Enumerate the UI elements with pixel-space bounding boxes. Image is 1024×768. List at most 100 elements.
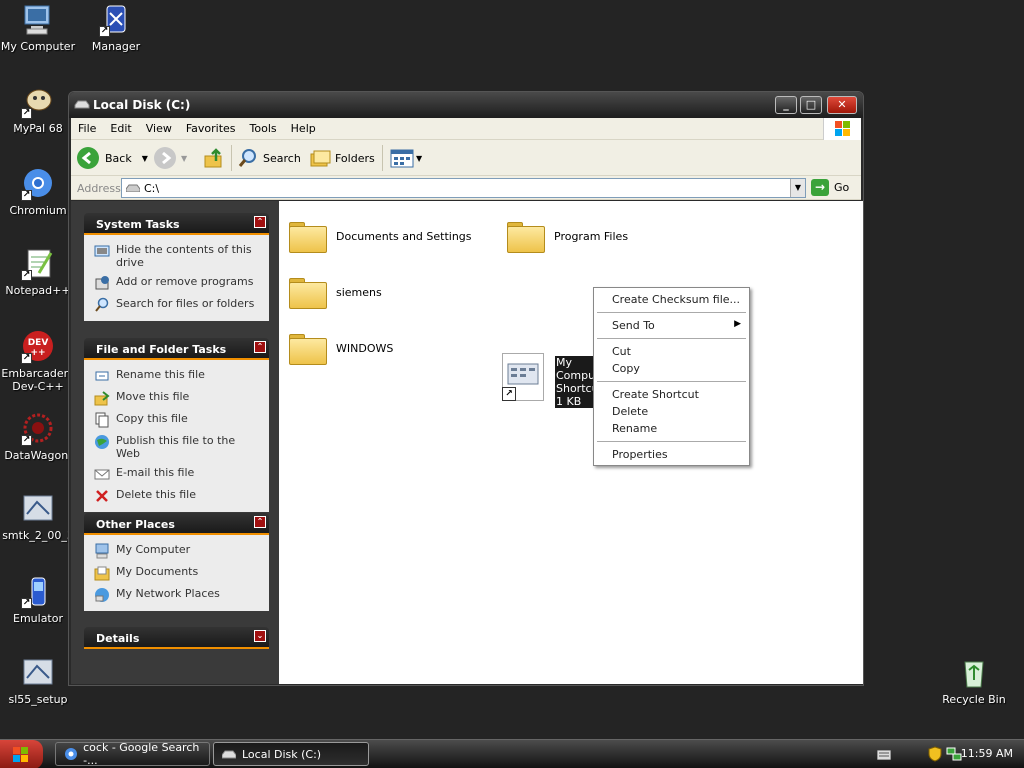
- task-delete-file[interactable]: Delete this file: [94, 488, 259, 504]
- other-places-header[interactable]: Other Places ⌃: [84, 513, 269, 535]
- rename-icon: [95, 371, 109, 381]
- shortcut-file-icon: ↗: [502, 353, 544, 401]
- file-folder-tasks-body: Rename this file Move this file Copy thi…: [84, 360, 269, 512]
- desktop-icon-mypal[interactable]: ↗ MyPal 68: [0, 85, 78, 135]
- shortcut-arrow-icon: ↗: [21, 270, 32, 281]
- drive-icon: [126, 184, 140, 192]
- move-icon: [94, 391, 110, 406]
- collapse-icon[interactable]: ⌃: [254, 516, 266, 528]
- up-folder-button[interactable]: [203, 146, 225, 170]
- globe-icon: [95, 435, 109, 449]
- folders-button[interactable]: Folders: [309, 146, 375, 170]
- task-publish-web[interactable]: Publish this file to the Web: [94, 434, 259, 460]
- desktop-icon-notepadpp[interactable]: ↗ Notepad++: [0, 247, 78, 297]
- menu-view[interactable]: View: [139, 118, 179, 139]
- desktop-icon-sl55-setup[interactable]: sl55_setup: [0, 656, 78, 706]
- minimize-button[interactable]: _: [775, 96, 797, 114]
- ctx-delete[interactable]: Delete: [612, 405, 648, 418]
- collapse-icon[interactable]: ⌃: [254, 341, 266, 353]
- ctx-send-to[interactable]: Send To: [612, 319, 655, 332]
- search-button[interactable]: Search: [237, 146, 301, 170]
- folder-siemens[interactable]: siemens: [289, 275, 382, 309]
- window-title: Local Disk (C:): [93, 98, 191, 112]
- keyboard-icon[interactable]: [877, 750, 891, 760]
- views-button[interactable]: ▼: [390, 146, 422, 170]
- search-icon: [95, 297, 109, 312]
- folder-icon: [289, 219, 327, 253]
- ctx-create-checksum[interactable]: Create Checksum file...: [612, 293, 740, 306]
- file-list: Documents and Settings Program Files sie…: [279, 201, 863, 684]
- chevron-down-icon: ▼: [181, 153, 188, 163]
- collapse-icon[interactable]: ⌃: [254, 216, 266, 228]
- recycle-bin-icon: [957, 656, 991, 690]
- ctx-properties[interactable]: Properties: [612, 448, 668, 461]
- expand-icon[interactable]: ⌄: [254, 630, 266, 642]
- ctx-copy[interactable]: Copy: [612, 362, 640, 375]
- desktop-icon-devcpp[interactable]: DEV ++ ↗ Embarcadero Dev-C++: [0, 330, 78, 393]
- system-tasks-header[interactable]: System Tasks ⌃: [84, 213, 269, 235]
- task-copy-file[interactable]: Copy this file: [94, 412, 259, 428]
- security-shield-icon[interactable]: [928, 746, 942, 762]
- mypal-icon: ↗: [21, 85, 55, 119]
- toolbar-separator: [382, 145, 383, 171]
- windows-logo-icon: [823, 118, 861, 140]
- task-rename-file[interactable]: Rename this file: [94, 368, 259, 384]
- address-input[interactable]: C:\ ▼: [121, 178, 806, 198]
- menu-file[interactable]: File: [71, 118, 103, 139]
- window-titlebar[interactable]: Local Disk (C:) _ □ ✕: [69, 92, 863, 118]
- ctx-create-shortcut[interactable]: Create Shortcut: [612, 388, 699, 401]
- taskbar-item-local-disk[interactable]: Local Disk (C:): [213, 742, 369, 766]
- task-email-file[interactable]: E-mail this file: [94, 466, 259, 482]
- shortcut-arrow-icon: ↗: [21, 190, 32, 201]
- menu-edit[interactable]: Edit: [103, 118, 138, 139]
- clock: 11:59 AM: [960, 747, 1013, 760]
- back-button[interactable]: Back ▼: [77, 146, 148, 170]
- close-button[interactable]: ✕: [827, 96, 857, 114]
- forward-button[interactable]: ▼: [154, 146, 187, 170]
- maximize-button[interactable]: □: [800, 96, 822, 114]
- folder-program-files[interactable]: Program Files: [507, 219, 628, 253]
- toolbar: Back ▼ ▼ Search Folders ▼: [71, 140, 861, 176]
- notepadpp-icon: ↗: [21, 247, 55, 281]
- emulator-icon: ↗: [21, 575, 55, 609]
- task-search-files[interactable]: Search for files or folders: [94, 297, 259, 313]
- taskbar-item-chromium[interactable]: cock - Google Search -...: [55, 741, 210, 767]
- ctx-cut[interactable]: Cut: [612, 345, 631, 358]
- menu-bar: File Edit View Favorites Tools Help: [71, 118, 861, 140]
- desktop-icon-chromium[interactable]: ↗ Chromium: [0, 167, 78, 217]
- task-hide-drive-contents[interactable]: Hide the contents of this drive: [94, 243, 259, 269]
- shortcut-arrow-icon: ↗: [502, 387, 516, 401]
- place-my-documents[interactable]: My Documents: [94, 565, 259, 581]
- desktop-icon-smtk[interactable]: smtk_2_00_3: [0, 492, 78, 542]
- file-folder-tasks-header[interactable]: File and Folder Tasks ⌃: [84, 338, 269, 360]
- go-button[interactable]: → Go: [811, 179, 849, 196]
- desktop-icon-manager[interactable]: ↗ Manager: [76, 3, 156, 53]
- menu-help[interactable]: Help: [284, 118, 323, 139]
- task-add-remove-programs[interactable]: Add or remove programs: [94, 275, 259, 291]
- network-tray-icon[interactable]: [946, 746, 962, 762]
- desktop-icon-emulator[interactable]: ↗ Emulator: [0, 575, 78, 625]
- toolbar-separator: [231, 145, 232, 171]
- ctx-rename[interactable]: Rename: [612, 422, 657, 435]
- views-icon: [390, 149, 414, 168]
- my-documents-icon: [94, 566, 110, 581]
- ctx-separator: [597, 312, 746, 313]
- menu-tools[interactable]: Tools: [243, 118, 284, 139]
- menu-favorites[interactable]: Favorites: [179, 118, 243, 139]
- desktop-icon-my-computer[interactable]: My Computer: [0, 3, 78, 53]
- start-button[interactable]: [0, 740, 43, 768]
- details-header[interactable]: Details ⌄: [84, 627, 269, 649]
- folder-documents-and-settings[interactable]: Documents and Settings: [289, 219, 472, 253]
- place-my-network-places[interactable]: My Network Places: [94, 587, 259, 603]
- desktop-icon-recycle-bin[interactable]: Recycle Bin: [934, 656, 1014, 706]
- hide-contents-icon: [94, 245, 110, 257]
- address-label: Address: [77, 182, 121, 195]
- shortcut-arrow-icon: ↗: [99, 26, 110, 37]
- address-dropdown-button[interactable]: ▼: [790, 179, 805, 197]
- desktop-icon-datawagon[interactable]: ↗ DataWagon.: [0, 412, 78, 462]
- task-move-file[interactable]: Move this file: [94, 390, 259, 406]
- go-arrow-icon: →: [811, 179, 829, 196]
- place-my-computer[interactable]: My Computer: [94, 543, 259, 559]
- folder-windows[interactable]: WINDOWS: [289, 331, 393, 365]
- chromium-icon: ↗: [21, 167, 55, 201]
